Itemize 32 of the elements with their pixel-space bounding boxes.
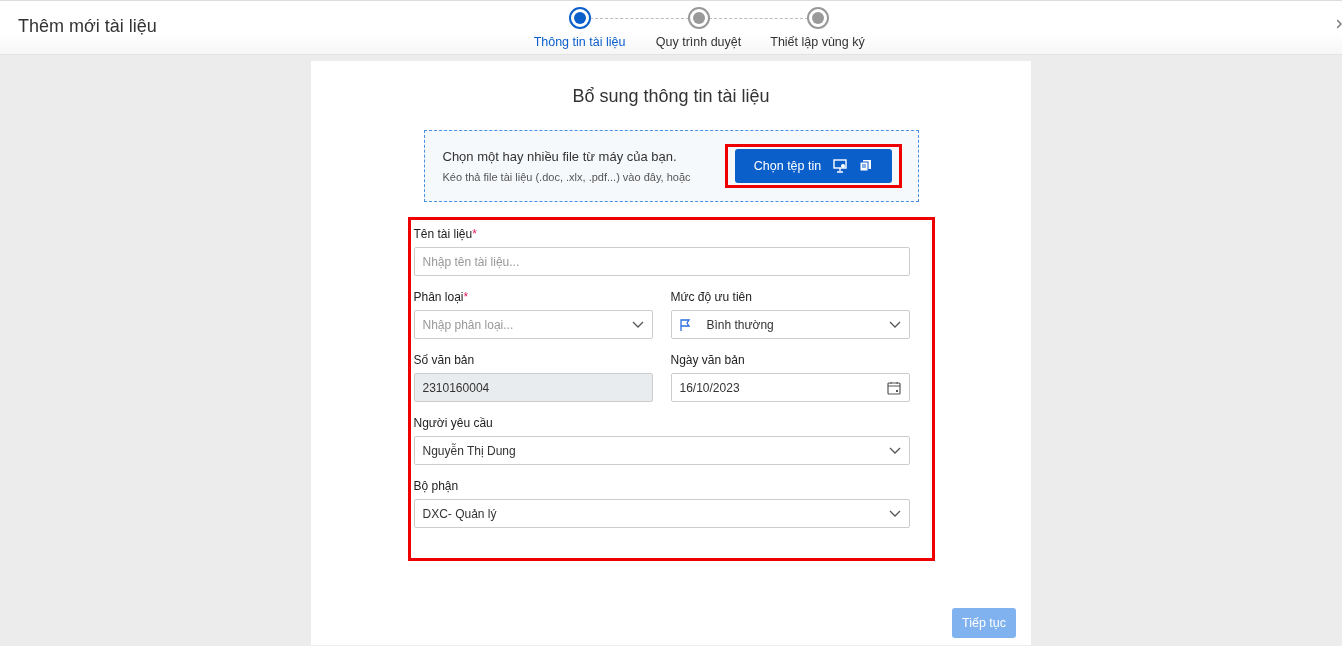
chevron-icon[interactable] [1337,19,1342,29]
step-indicator[interactable] [568,7,591,29]
date-field[interactable]: 16/10/2023 [670,373,910,402]
field-label: Số văn bản [413,352,475,369]
step-indicator[interactable] [687,7,710,29]
step-label[interactable]: Thiết lập vùng ký [770,33,865,52]
flag-icon [679,318,691,331]
field-label: Mức độ ưu tiên [670,289,752,306]
choose-file-button[interactable]: Chọn tệp tin [734,149,892,183]
chevron-down-icon [888,447,901,454]
field-label: Bộ phận [413,478,459,495]
chevron-down-icon [888,321,901,328]
dropdown-field[interactable]: DXC- Quản lý [413,499,910,528]
dropdown-field[interactable]: Nguyễn Thị Dung [413,436,910,465]
upload-hint: Kéo thả file tài liệu (.doc, .xlx, .pdf...) vào đây, hoặc [442,170,691,185]
calendar-icon [886,380,901,395]
documents-icon [859,159,873,173]
panel-title: Bổ sung thông tin tài liệu [572,85,770,108]
step-indicator[interactable] [806,7,829,29]
field-label: Ngày văn bản [670,352,745,369]
step-label[interactable]: Thông tin tài liệu [533,33,626,52]
computer-icon [833,159,848,173]
text-field[interactable]: 2310160004 [413,373,653,402]
dropdown-field[interactable]: Bình thường [670,310,910,339]
window-title: Thêm mới tài liệu [18,15,157,38]
field-label: Người yêu cầu [413,415,493,432]
chevron-down-icon [888,510,901,517]
field-label: Phân loại* [413,289,469,306]
upload-heading: Chọn một hay nhiều file từ máy của bạn. [442,147,678,166]
chevron-down-icon [631,321,644,328]
step-label[interactable]: Quy trình duyệt [655,33,742,52]
field-label: Tên tài liệu* [413,226,477,243]
